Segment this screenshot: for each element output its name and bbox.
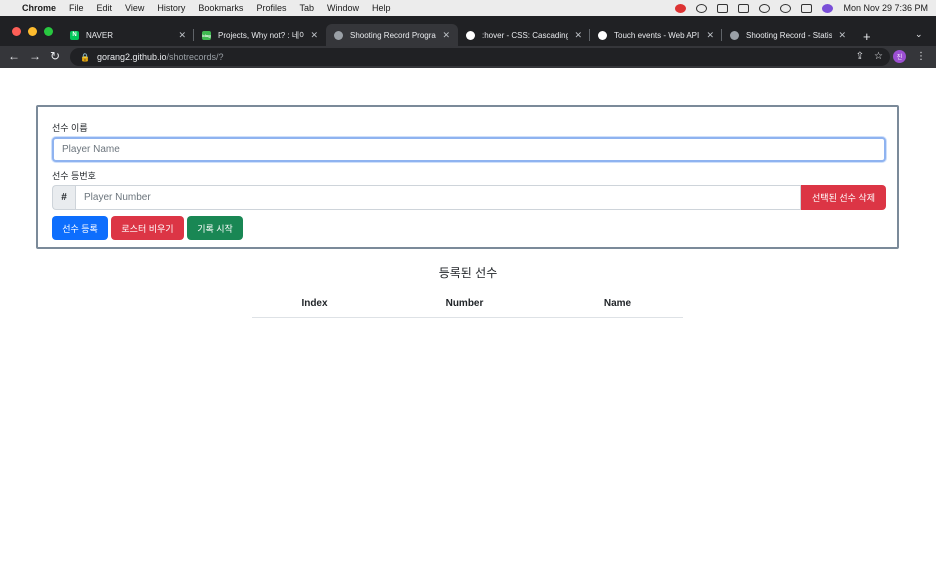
menu-window[interactable]: Window [327, 3, 359, 13]
start-record-button[interactable]: 기록 시작 [187, 216, 243, 240]
column-header-index[interactable]: Index [252, 294, 377, 317]
app-status-icon[interactable] [717, 3, 729, 13]
action-buttons: 선수 등록 로스터 비우기 기록 시작 [52, 216, 883, 240]
control-center-icon[interactable] [801, 3, 813, 13]
clear-roster-button[interactable]: 로스터 비우기 [111, 216, 184, 240]
menu-tab[interactable]: Tab [299, 3, 314, 13]
menu-file[interactable]: File [69, 3, 84, 13]
notification-icon[interactable] [675, 3, 687, 13]
menu-edit[interactable]: Edit [97, 3, 113, 13]
new-tab-icon[interactable]: + [863, 29, 871, 44]
minimize-window-button[interactable] [28, 27, 37, 36]
spotlight-search-icon[interactable] [780, 3, 792, 13]
mdn-favicon-icon [598, 30, 607, 40]
tab-naver[interactable]: N NAVER ✕ [62, 24, 194, 46]
url-path: /shotrecords/? [166, 52, 224, 62]
hash-addon: # [52, 185, 75, 210]
macos-menubar: Chrome File Edit View History Bookmarks … [0, 0, 936, 16]
page-content: 선수 이름 Player Name 선수 등번호 # Player Number… [0, 68, 936, 585]
player-number-placeholder: Player Number [84, 192, 151, 203]
battery-icon[interactable] [738, 3, 750, 13]
player-form-card: 선수 이름 Player Name 선수 등번호 # Player Number… [36, 105, 899, 249]
tab-touch-events[interactable]: Touch events - Web API ✕ [590, 24, 722, 46]
kebab-menu-icon[interactable]: ⋮ [916, 51, 926, 62]
globe-favicon-icon [730, 30, 739, 40]
player-name-placeholder: Player Name [62, 144, 120, 155]
blog-favicon-icon: blog [202, 30, 211, 40]
menubar-clock[interactable]: Mon Nov 29 7:36 PM [843, 3, 928, 13]
close-tab-icon[interactable]: ✕ [574, 30, 582, 41]
tab-css-hover[interactable]: :hover - CSS: Cascading ✕ [458, 24, 590, 46]
player-name-label: 선수 이름 [52, 123, 88, 133]
tab-title: NAVER [86, 30, 113, 40]
player-number-group: # Player Number 선택된 선수 삭제 [52, 185, 886, 210]
share-icon[interactable]: ⇪ [856, 51, 864, 62]
close-tab-icon[interactable]: ✕ [310, 30, 318, 41]
tab-blog[interactable]: blog Projects, Why not? : 네이 ✕ [194, 24, 326, 46]
menu-help[interactable]: Help [372, 3, 391, 13]
close-window-button[interactable] [12, 27, 21, 36]
toolbar-actions: ⇪ ☆ 진 ⋮ [856, 50, 926, 63]
chrome-toolbar: ← → ↻ 🔒 gorang2.github.io /shotrecords/?… [0, 46, 936, 68]
player-number-input[interactable]: Player Number [75, 185, 801, 210]
siri-icon[interactable] [822, 3, 834, 13]
profile-avatar[interactable]: 진 [893, 50, 906, 63]
tab-shooting-record-statistics[interactable]: Shooting Record - Statis ✕ [722, 24, 854, 46]
tab-title: :hover - CSS: Cascading [482, 30, 569, 40]
close-tab-icon[interactable]: ✕ [838, 30, 846, 41]
tab-title: Shooting Record Progra [350, 30, 436, 40]
column-header-number[interactable]: Number [377, 294, 552, 317]
close-tab-icon[interactable]: ✕ [706, 30, 714, 41]
tab-title: Projects, Why not? : 네이 [218, 30, 305, 40]
tab-shooting-record-active[interactable]: Shooting Record Progra ✕ [326, 24, 458, 46]
link-icon[interactable] [759, 3, 771, 13]
tab-title: Touch events - Web API [614, 30, 700, 40]
globe-favicon-icon [334, 30, 343, 40]
menubar-status-area: Mon Nov 29 7:36 PM [675, 0, 928, 16]
menu-app-name[interactable]: Chrome [22, 3, 56, 13]
play-icon[interactable] [696, 3, 708, 13]
menu-bookmarks[interactable]: Bookmarks [198, 3, 243, 13]
registered-players-title: 등록된 선수 [438, 266, 498, 280]
menu-history[interactable]: History [157, 3, 185, 13]
lock-icon[interactable]: 🔒 [80, 53, 90, 62]
register-player-button[interactable]: 선수 등록 [52, 216, 108, 240]
forward-arrow-icon[interactable]: → [29, 49, 41, 63]
column-header-name[interactable]: Name [552, 294, 683, 317]
menu-view[interactable]: View [125, 3, 144, 13]
window-controls [12, 27, 53, 36]
close-tab-icon[interactable]: ✕ [178, 30, 186, 41]
roster-table-header: Index Number Name [252, 294, 683, 318]
player-number-label: 선수 등번호 [52, 171, 96, 181]
chrome-tab-strip: N NAVER ✕ blog Projects, Why not? : 네이 ✕… [0, 16, 936, 46]
address-bar[interactable]: 🔒 gorang2.github.io /shotrecords/? [70, 48, 890, 66]
delete-selected-players-button[interactable]: 선택된 선수 삭제 [801, 185, 886, 210]
url-host: gorang2.github.io [96, 52, 167, 62]
player-name-input[interactable]: Player Name [52, 137, 886, 162]
mdn-favicon-icon [466, 30, 475, 40]
reload-icon[interactable]: ↻ [50, 49, 60, 63]
close-tab-icon[interactable]: ✕ [442, 30, 450, 41]
tab-title: Shooting Record - Statis [746, 30, 833, 40]
bookmark-star-icon[interactable]: ☆ [874, 51, 883, 62]
menu-profiles[interactable]: Profiles [256, 3, 286, 13]
back-arrow-icon[interactable]: ← [8, 49, 20, 63]
zoom-window-button[interactable] [44, 27, 53, 36]
tab-search-chevron-icon[interactable]: ⌄ [915, 29, 923, 40]
naver-favicon-icon: N [70, 30, 79, 40]
